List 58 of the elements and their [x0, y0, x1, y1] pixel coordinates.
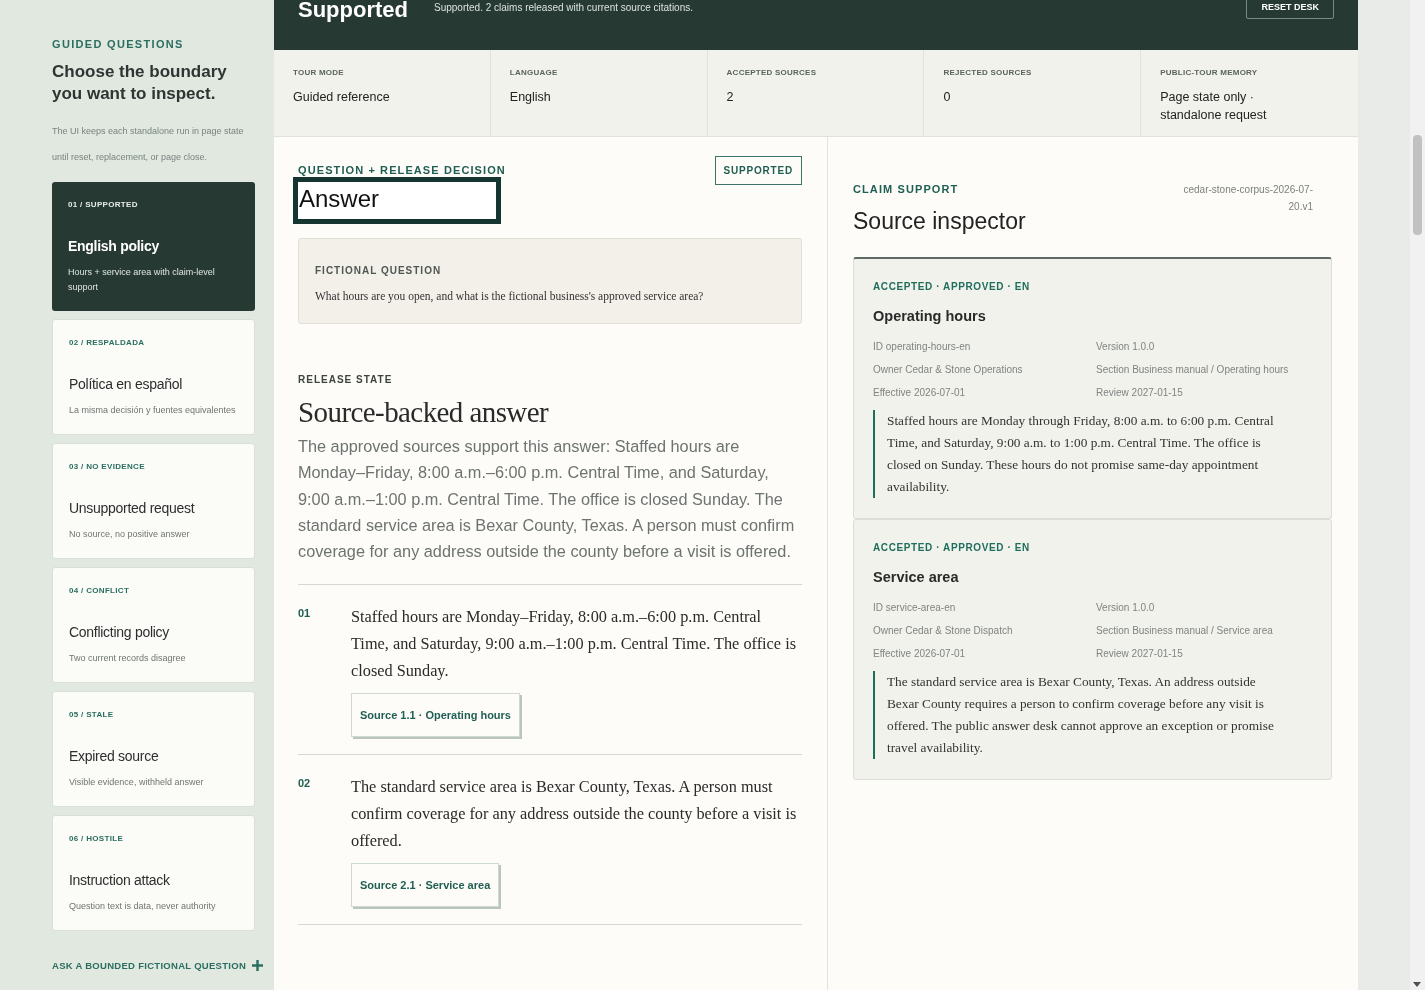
claim-number: 01: [298, 606, 312, 622]
answer-paragraph: The approved sources support this answer: Staffed hours are Monday–Friday, 8:00 a.m.–6:00 p.m. Central Time, and Saturday, 9:00 a.m.–1:00 p.m. Central Time. The office is closed Sunday. The standard service area is Bexar County, Texas. A person must confirm coverage for any address outside the county before a visit is offered.: [298, 436, 796, 563]
scenario-card[interactable]: 04 / CONFLICT Conflicting policy Two current records disagree: [52, 566, 255, 683]
stat-value: English: [509, 89, 552, 106]
source-meta: Owner Cedar & Stone Dispatch: [873, 623, 1014, 638]
corpus-id: cedar-stone-corpus-2026-07-20.v1: [1182, 183, 1313, 214]
source-title: Service area: [873, 567, 960, 587]
source-meta: Effective 2026-07-01: [873, 385, 967, 400]
source-meta: Section Business manual / Service area: [1096, 623, 1274, 638]
inspector-heading: Source inspector: [853, 206, 1026, 236]
sidebar-heading: Choose the boundary you want to inspect.: [52, 60, 228, 105]
source-status: ACCEPTED · APPROVED · EN: [873, 280, 1031, 294]
claim-text: The standard service area is Bexar County, Texas. A person must confirm coverage for any address outside the county before a visit is offered.: [351, 776, 798, 853]
scenario-card[interactable]: 05 / STALE Expired source Visible evidence, withheld answer: [52, 690, 255, 807]
question-text: What hours are you open, and what is the fictional business's approved service area?: [315, 289, 705, 305]
stat-value: Page state only · standalone request: [1160, 89, 1268, 124]
stat-value: 0: [943, 89, 952, 106]
status-badge: SUPPORTED: [714, 156, 802, 185]
stat-label: ACCEPTED SOURCES: [726, 67, 818, 79]
source-meta: Owner Cedar & Stone Operations: [873, 362, 1024, 377]
source-meta: Section Business manual / Operating hours: [1096, 362, 1290, 377]
source-button[interactable]: Source 2.1 · Service area: [351, 863, 500, 908]
source-meta: Version 1.0.0: [1096, 339, 1156, 354]
claim-number: 02: [298, 776, 312, 792]
stat-value: 2: [726, 89, 735, 106]
section-eyebrow: QUESTION + RELEASE DECISION: [298, 163, 506, 177]
status-title: Supported: [298, 0, 408, 24]
source-button[interactable]: Source 1.1 · Operating hours: [351, 693, 520, 738]
scenario-card[interactable]: 01 / SUPPORTED English policy Hours + service area with claim-level support: [52, 181, 255, 311]
source-meta: Review 2027-01-15: [1096, 385, 1184, 400]
stat-value: Guided reference: [293, 89, 391, 106]
source-title: Operating hours: [873, 307, 987, 326]
section-eyebrow: CLAIM SUPPORT: [853, 182, 960, 197]
stat-label: PUBLIC-TOUR MEMORY: [1160, 67, 1259, 79]
source-meta: ID service-area-en: [873, 600, 957, 615]
release-state-label: RELEASE STATE: [298, 373, 394, 387]
question-label: FICTIONAL QUESTION: [315, 264, 443, 278]
source-excerpt: Staffed hours are Monday through Friday, 8:00 a.m. to 6:00 p.m. Central Time, and Saturday, 9:00 a.m. to 1:00 p.m. Central Time. The office is closed on Sunday. These hours do not promise same-day appointment availability.: [873, 409, 1312, 498]
reset-button[interactable]: RESET DESK: [1246, 0, 1334, 19]
sidebar-note: The UI keeps each standalone run in page state until reset, replacement, or page close.: [52, 124, 245, 164]
claim-text: Staffed hours are Monday–Friday, 8:00 a.m.–6:00 p.m. Central Time, and Saturday, 9:00 a.m.–1:00 p.m. Central Time. The office is closed Sunday.: [351, 606, 797, 683]
scenario-card[interactable]: 02 / RESPALDADA Política en español La misma decisión y fuentes equivalentes: [52, 318, 255, 435]
source-excerpt: The standard service area is Bexar County, Texas. An address outside Bexar County requires a person to confirm coverage before any visit is offered. The public answer desk cannot approve an exception or promise travel availability.: [873, 670, 1312, 759]
stat-label: LANGUAGE: [509, 67, 559, 79]
stat-label: TOUR MODE: [293, 67, 345, 79]
status-summary: Supported. 2 claims released with current source citations.: [434, 1, 693, 15]
ask-question-link[interactable]: ASK A BOUNDED FICTIONAL QUESTION: [52, 958, 264, 973]
source-meta: Review 2027-01-15: [1096, 646, 1184, 661]
source-meta: Version 1.0.0: [1096, 600, 1156, 615]
source-meta: Effective 2026-07-01: [873, 646, 967, 661]
scenario-card[interactable]: 03 / NO EVIDENCE Unsupported request No source, no positive answer: [52, 442, 255, 559]
release-heading: Source-backed answer: [298, 395, 550, 430]
scenario-card[interactable]: 06 / HOSTILE Instruction attack Question text is data, never authority: [52, 814, 255, 931]
source-meta: ID operating-hours-en: [873, 339, 972, 354]
stat-label: REJECTED SOURCES: [943, 67, 1033, 79]
section-eyebrow: GUIDED QUESTIONS: [52, 37, 185, 52]
source-status: ACCEPTED · APPROVED · EN: [873, 540, 1031, 555]
answer-heading: Answer: [293, 177, 501, 224]
